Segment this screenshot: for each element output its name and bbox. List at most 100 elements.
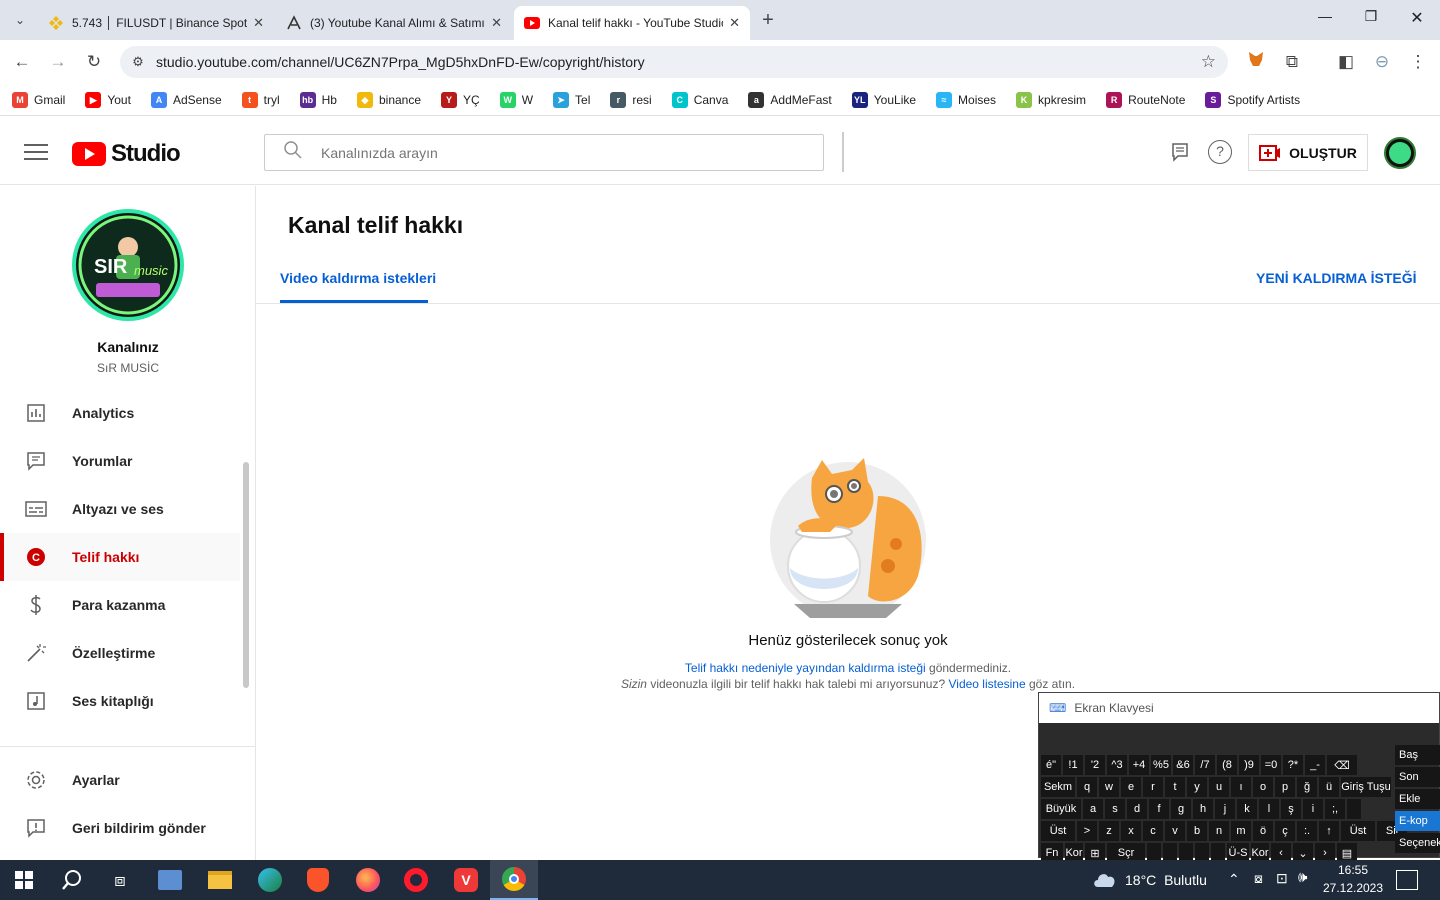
site-info-icon[interactable]: ⚙ xyxy=(120,54,156,70)
notifications-icon[interactable] xyxy=(1396,870,1418,890)
keyboard-key[interactable]: p xyxy=(1275,777,1295,797)
keyboard-key[interactable]: Büyük xyxy=(1041,799,1081,819)
bookmark-spotify-artists[interactable]: S Spotify Artists xyxy=(1205,91,1300,108)
firefox-icon[interactable] xyxy=(344,860,392,900)
browser-tab-3-active[interactable]: Kanal telif hakkı - YouTube Studio ✕ xyxy=(514,6,750,40)
sidebar-item-comments[interactable]: Yorumlar xyxy=(0,437,240,485)
keyboard-key[interactable]: u xyxy=(1209,777,1229,797)
keyboard-side-key[interactable]: Baş xyxy=(1395,745,1440,765)
search-input[interactable] xyxy=(321,144,801,161)
close-tab-icon[interactable]: ✕ xyxy=(723,15,740,31)
keyboard-key[interactable]: z xyxy=(1099,821,1119,841)
account-avatar[interactable] xyxy=(1384,137,1416,169)
side-panel-icon[interactable]: ◧ xyxy=(1334,50,1358,74)
keyboard-key[interactable]: Sekm xyxy=(1041,777,1075,797)
extensions-icon[interactable]: ⧉ xyxy=(1280,50,1304,74)
keyboard-key[interactable]: d xyxy=(1127,799,1147,819)
studio-logo[interactable]: Studio xyxy=(72,140,181,168)
keyboard-key[interactable]: é" xyxy=(1041,755,1061,775)
keyboard-key[interactable]: c xyxy=(1143,821,1163,841)
keyboard-side-key[interactable]: Seçenek xyxy=(1395,833,1440,853)
keyboard-titlebar[interactable]: ⌨ Ekran Klavyesi xyxy=(1039,693,1439,723)
network-icon[interactable]: ⊡ xyxy=(1276,870,1288,887)
opera-icon[interactable] xyxy=(392,860,440,900)
chrome-icon[interactable] xyxy=(490,860,538,900)
sidebar-item-magic-wand[interactable]: Özelleştirme xyxy=(0,629,240,677)
keyboard-key[interactable]: ç xyxy=(1275,821,1295,841)
clock-time[interactable]: 16:55 xyxy=(1322,863,1384,877)
tab-takedown-requests[interactable]: Video kaldırma istekleri xyxy=(280,270,436,304)
file-explorer-icon[interactable] xyxy=(196,860,244,900)
close-window-icon[interactable]: ✕ xyxy=(1397,8,1437,32)
keyboard-key[interactable]: )9 xyxy=(1239,755,1259,775)
brave-icon[interactable] xyxy=(294,860,342,900)
keyboard-key[interactable]: ı xyxy=(1231,777,1251,797)
keyboard-key[interactable]: f xyxy=(1149,799,1169,819)
keyboard-key[interactable]: _- xyxy=(1305,755,1325,775)
keyboard-key[interactable]: x xyxy=(1121,821,1141,841)
bookmark-yout[interactable]: ▶ Yout xyxy=(85,91,131,108)
help-icon[interactable]: ? xyxy=(1208,140,1232,164)
sidebar-item-copyright[interactable]: C Telif hakkı xyxy=(0,533,240,581)
sidebar-item-feedback[interactable]: Geri bildirim gönder xyxy=(0,804,240,852)
keyboard-key[interactable]: &6 xyxy=(1173,755,1193,775)
hamburger-menu-icon[interactable] xyxy=(24,140,48,164)
bookmark-adsense[interactable]: A AdSense xyxy=(150,91,222,108)
keyboard-key[interactable]: h xyxy=(1193,799,1213,819)
maximize-icon[interactable]: ❐ xyxy=(1351,8,1391,32)
keyboard-key[interactable]: ↑ xyxy=(1319,821,1339,841)
windows-start-icon[interactable] xyxy=(0,860,48,900)
feedback-comment-icon[interactable] xyxy=(1168,140,1192,164)
keyboard-key[interactable]: ğ xyxy=(1297,777,1317,797)
sidebar-scrollbar[interactable] xyxy=(243,462,249,688)
keyboard-key[interactable]: =0 xyxy=(1261,755,1281,775)
keyboard-key[interactable]: ^3 xyxy=(1107,755,1127,775)
keyboard-key[interactable]: (8 xyxy=(1217,755,1237,775)
create-button[interactable]: OLUŞTUR xyxy=(1248,134,1368,171)
keyboard-key[interactable] xyxy=(1347,799,1361,819)
keyboard-key[interactable]: e xyxy=(1121,777,1141,797)
keyboard-key[interactable]: n xyxy=(1209,821,1229,841)
keyboard-key[interactable]: r xyxy=(1143,777,1163,797)
channel-search-box[interactable] xyxy=(264,134,824,171)
keyboard-key[interactable]: ;, xyxy=(1325,799,1345,819)
takedown-request-link[interactable]: Telif hakkı nedeniyle yayından kaldırma … xyxy=(685,661,926,675)
keyboard-key[interactable]: ?* xyxy=(1283,755,1303,775)
keyboard-key[interactable]: ö xyxy=(1253,821,1273,841)
forward-icon[interactable]: → xyxy=(46,50,70,74)
bookmark-addmefast[interactable]: a AddMeFast xyxy=(748,91,832,108)
close-tab-icon[interactable]: ✕ xyxy=(247,15,264,31)
keyboard-key[interactable]: ⌫ xyxy=(1327,755,1357,775)
keyboard-key[interactable]: y xyxy=(1187,777,1207,797)
bookmark-w[interactable]: WW xyxy=(499,91,533,108)
keyboard-key[interactable]: +4 xyxy=(1129,755,1149,775)
bookmark-star-icon[interactable]: ☆ xyxy=(1201,52,1216,72)
sidebar-item-dollar[interactable]: Para kazanma xyxy=(0,581,240,629)
show-hidden-icons-chevron-icon[interactable]: ⌃ xyxy=(1228,871,1240,888)
keyboard-key[interactable]: /7 xyxy=(1195,755,1215,775)
device-icon[interactable]: ⧇ xyxy=(1254,870,1263,887)
sidebar-item-subtitles[interactable]: Altyazı ve ses xyxy=(0,485,240,533)
keyboard-key[interactable]: o xyxy=(1253,777,1273,797)
keyboard-key[interactable]: b xyxy=(1187,821,1207,841)
keyboard-key[interactable]: '2 xyxy=(1085,755,1105,775)
bookmark-binance[interactable]: ◆ binance xyxy=(356,91,421,108)
browser-tab-2[interactable]: (3) Youtube Kanal Alımı & Satımı ✕ xyxy=(276,6,512,40)
bookmark-youlike[interactable]: YL YouLike xyxy=(851,91,916,108)
new-tab-icon[interactable]: + xyxy=(756,8,780,32)
keyboard-key[interactable]: t xyxy=(1165,777,1185,797)
bookmark-hb[interactable]: hb Hb xyxy=(299,91,337,108)
address-bar[interactable]: ⚙ studio.youtube.com/channel/UC6ZN7Prpa_… xyxy=(120,46,1228,78)
sidebar-item-analytics[interactable]: Analytics xyxy=(0,389,240,437)
bookmark-resi[interactable]: r resi xyxy=(610,91,652,108)
keyboard-key[interactable]: Giriş Tuşu xyxy=(1341,777,1391,797)
browser-tab-1[interactable]: 5.743 │ FILUSDT | Binance Spot ✕ xyxy=(38,6,274,40)
bookmark-moises[interactable]: ≈ Moises xyxy=(936,91,996,108)
video-list-link[interactable]: Video listesine xyxy=(948,677,1025,691)
vivaldi-icon[interactable]: V xyxy=(442,860,490,900)
keyboard-key[interactable]: !1 xyxy=(1063,755,1083,775)
sidebar-item-settings[interactable]: Ayarlar xyxy=(0,756,240,804)
edge-icon[interactable] xyxy=(246,860,294,900)
keyboard-key[interactable]: v xyxy=(1165,821,1185,841)
keyboard-key[interactable]: :. xyxy=(1297,821,1317,841)
